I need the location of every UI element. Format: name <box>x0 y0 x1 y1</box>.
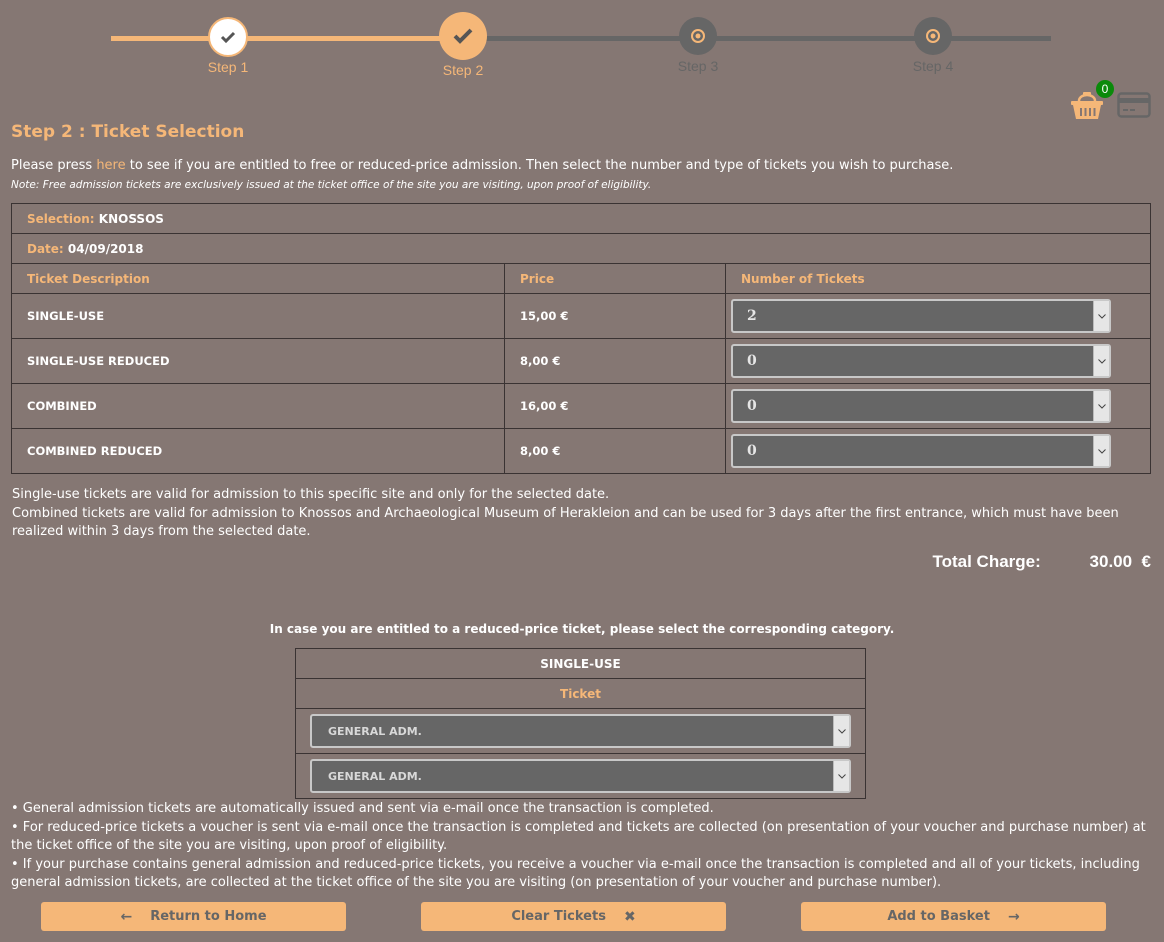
step-4-label: Step 4 <box>912 58 954 74</box>
ticket-description: COMBINED <box>11 383 505 429</box>
date-label: Date: <box>27 241 64 256</box>
intro-after: to see if you are entitled to free or re… <box>125 158 954 173</box>
step-1: Step 1 <box>198 17 258 75</box>
reduced-column-header: Ticket <box>295 678 866 709</box>
ticket-description: COMBINED REDUCED <box>11 428 505 474</box>
table-row: COMBINED 16,00 € 0 <box>11 383 1151 429</box>
chevron-down-icon <box>1093 301 1109 331</box>
table-row: SINGLE-USE REDUCED 8,00 € 0 <box>11 338 1151 384</box>
single-use-validity: Single-use tickets are valid for admissi… <box>12 487 610 502</box>
ticket-price: 15,00 € <box>504 293 726 339</box>
quantity-select-combined[interactable]: 0 <box>731 389 1111 423</box>
cart-count-badge: 0 <box>1096 80 1114 98</box>
quantity-select-combined-reduced[interactable]: 0 <box>731 434 1111 468</box>
table-row: SINGLE-USE 15,00 € 2 <box>11 293 1151 339</box>
ticket-table: Selection: KNOSSOS Date: 04/09/2018 Tick… <box>11 203 1151 474</box>
close-icon: ✖ <box>623 908 636 925</box>
total-amount: 30.00 <box>1089 552 1133 571</box>
date-value: 04/09/2018 <box>67 241 144 256</box>
step-4: Step 4 <box>903 17 963 74</box>
reduced-category-table: SINGLE-USE Ticket GENERAL ADM. GENERAL A… <box>295 648 866 799</box>
category-value: GENERAL ADM. <box>328 724 422 738</box>
reduced-caption: In case you are entitled to a reduced-pr… <box>269 622 895 636</box>
total-label: Total Charge: <box>932 552 1041 571</box>
quantity-select-single-use[interactable]: 2 <box>731 299 1111 333</box>
dot-circle-icon <box>679 17 717 55</box>
validity-info: Single-use tickets are valid for admissi… <box>12 486 1152 542</box>
step-1-label: Step 1 <box>207 59 249 75</box>
category-select-1[interactable]: GENERAL ADM. <box>310 714 851 748</box>
combined-validity: Combined tickets are valid for admission… <box>12 505 1119 540</box>
clear-tickets-button[interactable]: Clear Tickets ✖ <box>421 902 726 931</box>
ticket-description: SINGLE-USE <box>11 293 505 339</box>
ticket-price: 8,00 € <box>504 428 726 474</box>
arrow-left-icon: ← <box>120 908 133 925</box>
ticket-price: 16,00 € <box>504 383 726 429</box>
ticket-price: 8,00 € <box>504 338 726 384</box>
check-icon <box>439 12 487 60</box>
chevron-down-icon <box>833 761 849 791</box>
step-3-label: Step 3 <box>677 58 719 74</box>
category-value: GENERAL ADM. <box>328 769 422 783</box>
header-quantity: Number of Tickets <box>725 263 1151 294</box>
add-to-basket-button[interactable]: Add to Basket → <box>801 902 1106 931</box>
header-description: Ticket Description <box>11 263 505 294</box>
chevron-down-icon <box>1093 391 1109 421</box>
step-2-label: Step 2 <box>442 62 484 78</box>
table-header: Ticket Description Price Number of Ticke… <box>11 263 1151 294</box>
total-charge: Total Charge: 30.00 € <box>932 552 1151 572</box>
bullet-mixed: • If your purchase contains general admi… <box>11 856 1140 891</box>
stepper-line-done <box>111 36 463 41</box>
quantity-value: 0 <box>747 353 757 369</box>
credit-card-icon[interactable] <box>1117 92 1151 122</box>
bullet-general: • General admission tickets are automati… <box>11 801 714 816</box>
table-row: COMBINED REDUCED 8,00 € 0 <box>11 428 1151 474</box>
progress-stepper: Step 1 Step 2 Step 3 Step 4 <box>0 0 1164 90</box>
chevron-down-icon <box>833 716 849 746</box>
selection-label: Selection: <box>27 211 95 226</box>
free-admission-note: Note: Free admission tickets are exclusi… <box>11 179 652 191</box>
date-row: Date: 04/09/2018 <box>11 233 1151 264</box>
quantity-select-single-use-reduced[interactable]: 0 <box>731 344 1111 378</box>
page-title: Step 2 : Ticket Selection <box>11 122 245 142</box>
selection-row: Selection: KNOSSOS <box>11 203 1151 234</box>
clear-tickets-label: Clear Tickets <box>511 909 606 924</box>
return-home-button[interactable]: ← Return to Home <box>41 902 346 931</box>
return-home-label: Return to Home <box>150 909 267 924</box>
step-3: Step 3 <box>668 17 728 74</box>
chevron-down-icon <box>1093 436 1109 466</box>
total-currency: € <box>1141 552 1151 571</box>
intro-before: Please press <box>11 158 97 173</box>
delivery-info: • General admission tickets are automati… <box>11 800 1151 893</box>
cart-area: 0 <box>1062 80 1152 122</box>
quantity-value: 2 <box>747 308 757 324</box>
header-price: Price <box>504 263 726 294</box>
add-to-basket-label: Add to Basket <box>887 909 990 924</box>
selection-value: KNOSSOS <box>98 211 164 226</box>
arrow-right-icon: → <box>1007 908 1020 925</box>
quantity-value: 0 <box>747 398 757 414</box>
chevron-down-icon <box>1093 346 1109 376</box>
step-2: Step 2 <box>433 12 493 78</box>
reduced-ticket-type: SINGLE-USE <box>295 648 866 679</box>
category-select-2[interactable]: GENERAL ADM. <box>310 759 851 793</box>
intro-text: Please press here to see if you are enti… <box>11 158 953 173</box>
dot-circle-icon <box>914 17 952 55</box>
bullet-reduced: • For reduced-price tickets a voucher is… <box>11 819 1146 854</box>
ticket-description: SINGLE-USE REDUCED <box>11 338 505 384</box>
quantity-value: 0 <box>747 443 757 459</box>
eligibility-link[interactable]: here <box>96 158 125 173</box>
check-icon <box>208 17 248 57</box>
